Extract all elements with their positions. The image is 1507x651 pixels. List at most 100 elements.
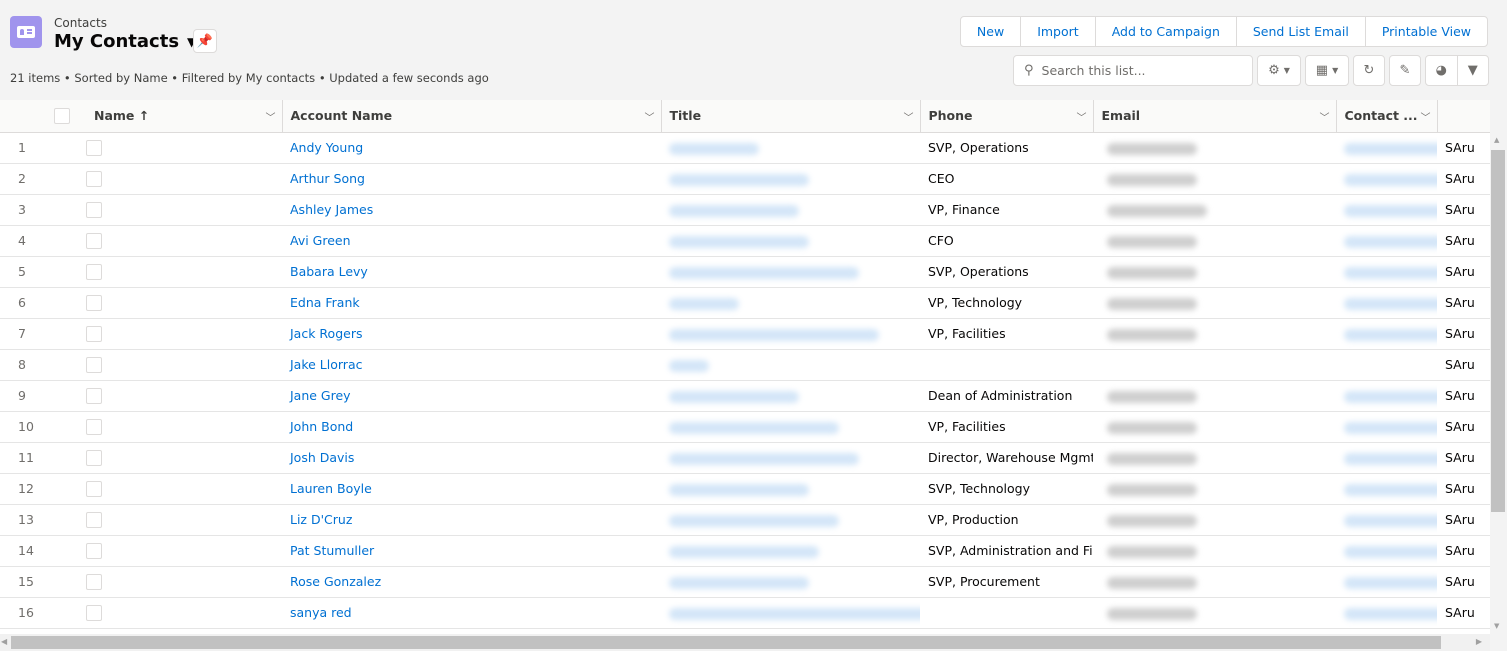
refresh-button[interactable]: ↻ <box>1353 55 1385 86</box>
select-all-header <box>0 100 86 133</box>
row-checkbox[interactable] <box>86 294 102 311</box>
list-settings-button[interactable]: ⚙ ▼ <box>1257 55 1301 86</box>
row-checkbox[interactable] <box>86 325 102 342</box>
contact-name-cell: Avi Green <box>282 225 661 257</box>
column-header-account-name[interactable]: Account Name ﹀ <box>282 100 662 133</box>
scroll-down-arrow-icon[interactable]: ▼ <box>1494 622 1499 630</box>
chevron-down-icon[interactable]: ﹀ <box>645 109 655 124</box>
horizontal-scrollbar[interactable]: ◀ ▶ <box>0 634 1490 651</box>
email-cell <box>1336 349 1437 381</box>
chevron-down-icon[interactable]: ﹀ <box>266 109 276 124</box>
list-view-selector[interactable]: My Contacts ▼ <box>54 31 196 52</box>
row-checkbox[interactable] <box>86 542 102 559</box>
contact-owner-cell: SAru <box>1437 256 1490 288</box>
row-checkbox[interactable] <box>86 418 102 435</box>
column-header-title[interactable]: Title ﹀ <box>661 100 921 133</box>
row-checkbox[interactable] <box>86 232 102 249</box>
redacted-email <box>1344 576 1437 589</box>
list-view-name: My Contacts <box>54 31 180 52</box>
import-button[interactable]: Import <box>1021 17 1096 46</box>
edit-pencil-icon: ✎ <box>1399 63 1411 78</box>
column-header-contact-owner[interactable]: Contact ... ﹀ <box>1336 100 1438 133</box>
show-charts-button[interactable]: ◕ <box>1426 56 1458 85</box>
redacted-email <box>1344 297 1437 310</box>
contact-name-link[interactable]: Babara Levy <box>290 264 368 279</box>
row-select-cell <box>86 411 282 443</box>
contact-name-link[interactable]: Jane Grey <box>290 388 351 403</box>
row-checkbox[interactable] <box>86 263 102 280</box>
display-as-button[interactable]: ▦ ▼ <box>1305 55 1349 86</box>
contact-name-link[interactable]: Jack Rogers <box>290 326 362 341</box>
contact-name-link[interactable]: Josh Davis <box>290 450 354 465</box>
contact-name-link[interactable]: John Bond <box>290 419 353 434</box>
redacted-phone <box>1107 483 1197 496</box>
row-select-cell <box>86 132 282 164</box>
row-checkbox[interactable] <box>86 356 102 373</box>
contact-name-link[interactable]: sanya red <box>290 605 352 620</box>
scroll-up-arrow-icon[interactable]: ▲ <box>1494 136 1499 144</box>
email-cell <box>1336 163 1437 195</box>
redacted-phone <box>1107 576 1197 589</box>
table-row: 16sanya redSAru▼ <box>0 597 1490 629</box>
row-checkbox[interactable] <box>86 604 102 621</box>
contact-name-link[interactable]: Lauren Boyle <box>290 481 372 496</box>
printable-view-button[interactable]: Printable View <box>1366 17 1487 46</box>
row-checkbox[interactable] <box>86 449 102 466</box>
list-view-meta: 21 items • Sorted by Name • Filtered by … <box>10 71 489 85</box>
account-name-cell <box>661 597 920 629</box>
phone-cell <box>1093 442 1336 474</box>
contact-name-link[interactable]: Pat Stumuller <box>290 543 374 558</box>
row-checkbox[interactable] <box>86 201 102 218</box>
row-checkbox[interactable] <box>86 170 102 187</box>
contact-name-link[interactable]: Avi Green <box>290 233 351 248</box>
row-checkbox[interactable] <box>86 511 102 528</box>
chevron-down-icon[interactable]: ﹀ <box>904 109 914 124</box>
contact-name-link[interactable]: Arthur Song <box>290 171 365 186</box>
contact-owner-cell: SAru <box>1437 566 1490 598</box>
row-select-cell <box>86 256 282 288</box>
row-checkbox[interactable] <box>86 573 102 590</box>
inline-edit-button[interactable]: ✎ <box>1389 55 1421 86</box>
row-select-cell <box>86 349 282 381</box>
contact-name-link[interactable]: Andy Young <box>290 140 363 155</box>
chevron-down-icon[interactable]: ﹀ <box>1421 109 1431 124</box>
row-number: 12 <box>0 473 86 505</box>
scroll-left-arrow-icon[interactable]: ◀ <box>1 637 7 646</box>
redacted-account-name <box>669 359 709 372</box>
vertical-scroll-thumb[interactable] <box>1491 150 1505 512</box>
contact-name-link[interactable]: Liz D'Cruz <box>290 512 352 527</box>
new-button[interactable]: New <box>961 17 1022 46</box>
row-select-cell <box>86 225 282 257</box>
add-to-campaign-button[interactable]: Add to Campaign <box>1096 17 1237 46</box>
redacted-email <box>1344 328 1437 341</box>
contact-name-cell: Andy Young <box>282 132 661 164</box>
column-header-name[interactable]: Name ↑ ﹀ <box>86 100 283 133</box>
scroll-right-arrow-icon[interactable]: ▶ <box>1476 637 1482 646</box>
select-all-checkbox[interactable] <box>54 108 70 124</box>
row-checkbox[interactable] <box>86 387 102 404</box>
chevron-down-icon[interactable]: ﹀ <box>1320 109 1330 124</box>
phone-cell <box>1093 318 1336 350</box>
column-header-phone[interactable]: Phone ﹀ <box>920 100 1094 133</box>
show-filters-button[interactable]: ▼ <box>1458 56 1489 85</box>
contact-name-cell: Jake Llorrac <box>282 349 661 381</box>
phone-cell <box>1093 287 1336 319</box>
contact-name-link[interactable]: Rose Gonzalez <box>290 574 381 589</box>
chevron-down-icon[interactable]: ﹀ <box>1077 109 1087 124</box>
contact-name-link[interactable]: Jake Llorrac <box>290 357 362 372</box>
row-select-cell <box>86 597 282 629</box>
table-header-row: Name ↑ ﹀ Account Name ﹀ Title ﹀ Phone ﹀ Emai… <box>0 100 1490 133</box>
contact-name-link[interactable]: Edna Frank <box>290 295 360 310</box>
vertical-scrollbar[interactable]: ▲ ▼ <box>1490 132 1507 634</box>
contact-name-link[interactable]: Ashley James <box>290 202 373 217</box>
horizontal-scroll-thumb[interactable] <box>11 636 1441 649</box>
title-cell: SVP, Operations <box>920 132 1093 164</box>
redacted-phone <box>1107 390 1197 403</box>
search-input[interactable] <box>1041 63 1232 78</box>
account-name-cell <box>661 318 920 350</box>
pin-list-view-button[interactable]: 📌 <box>193 29 217 53</box>
column-header-email[interactable]: Email ﹀ <box>1093 100 1337 133</box>
row-checkbox[interactable] <box>86 139 102 156</box>
send-list-email-button[interactable]: Send List Email <box>1237 17 1366 46</box>
row-checkbox[interactable] <box>86 480 102 497</box>
